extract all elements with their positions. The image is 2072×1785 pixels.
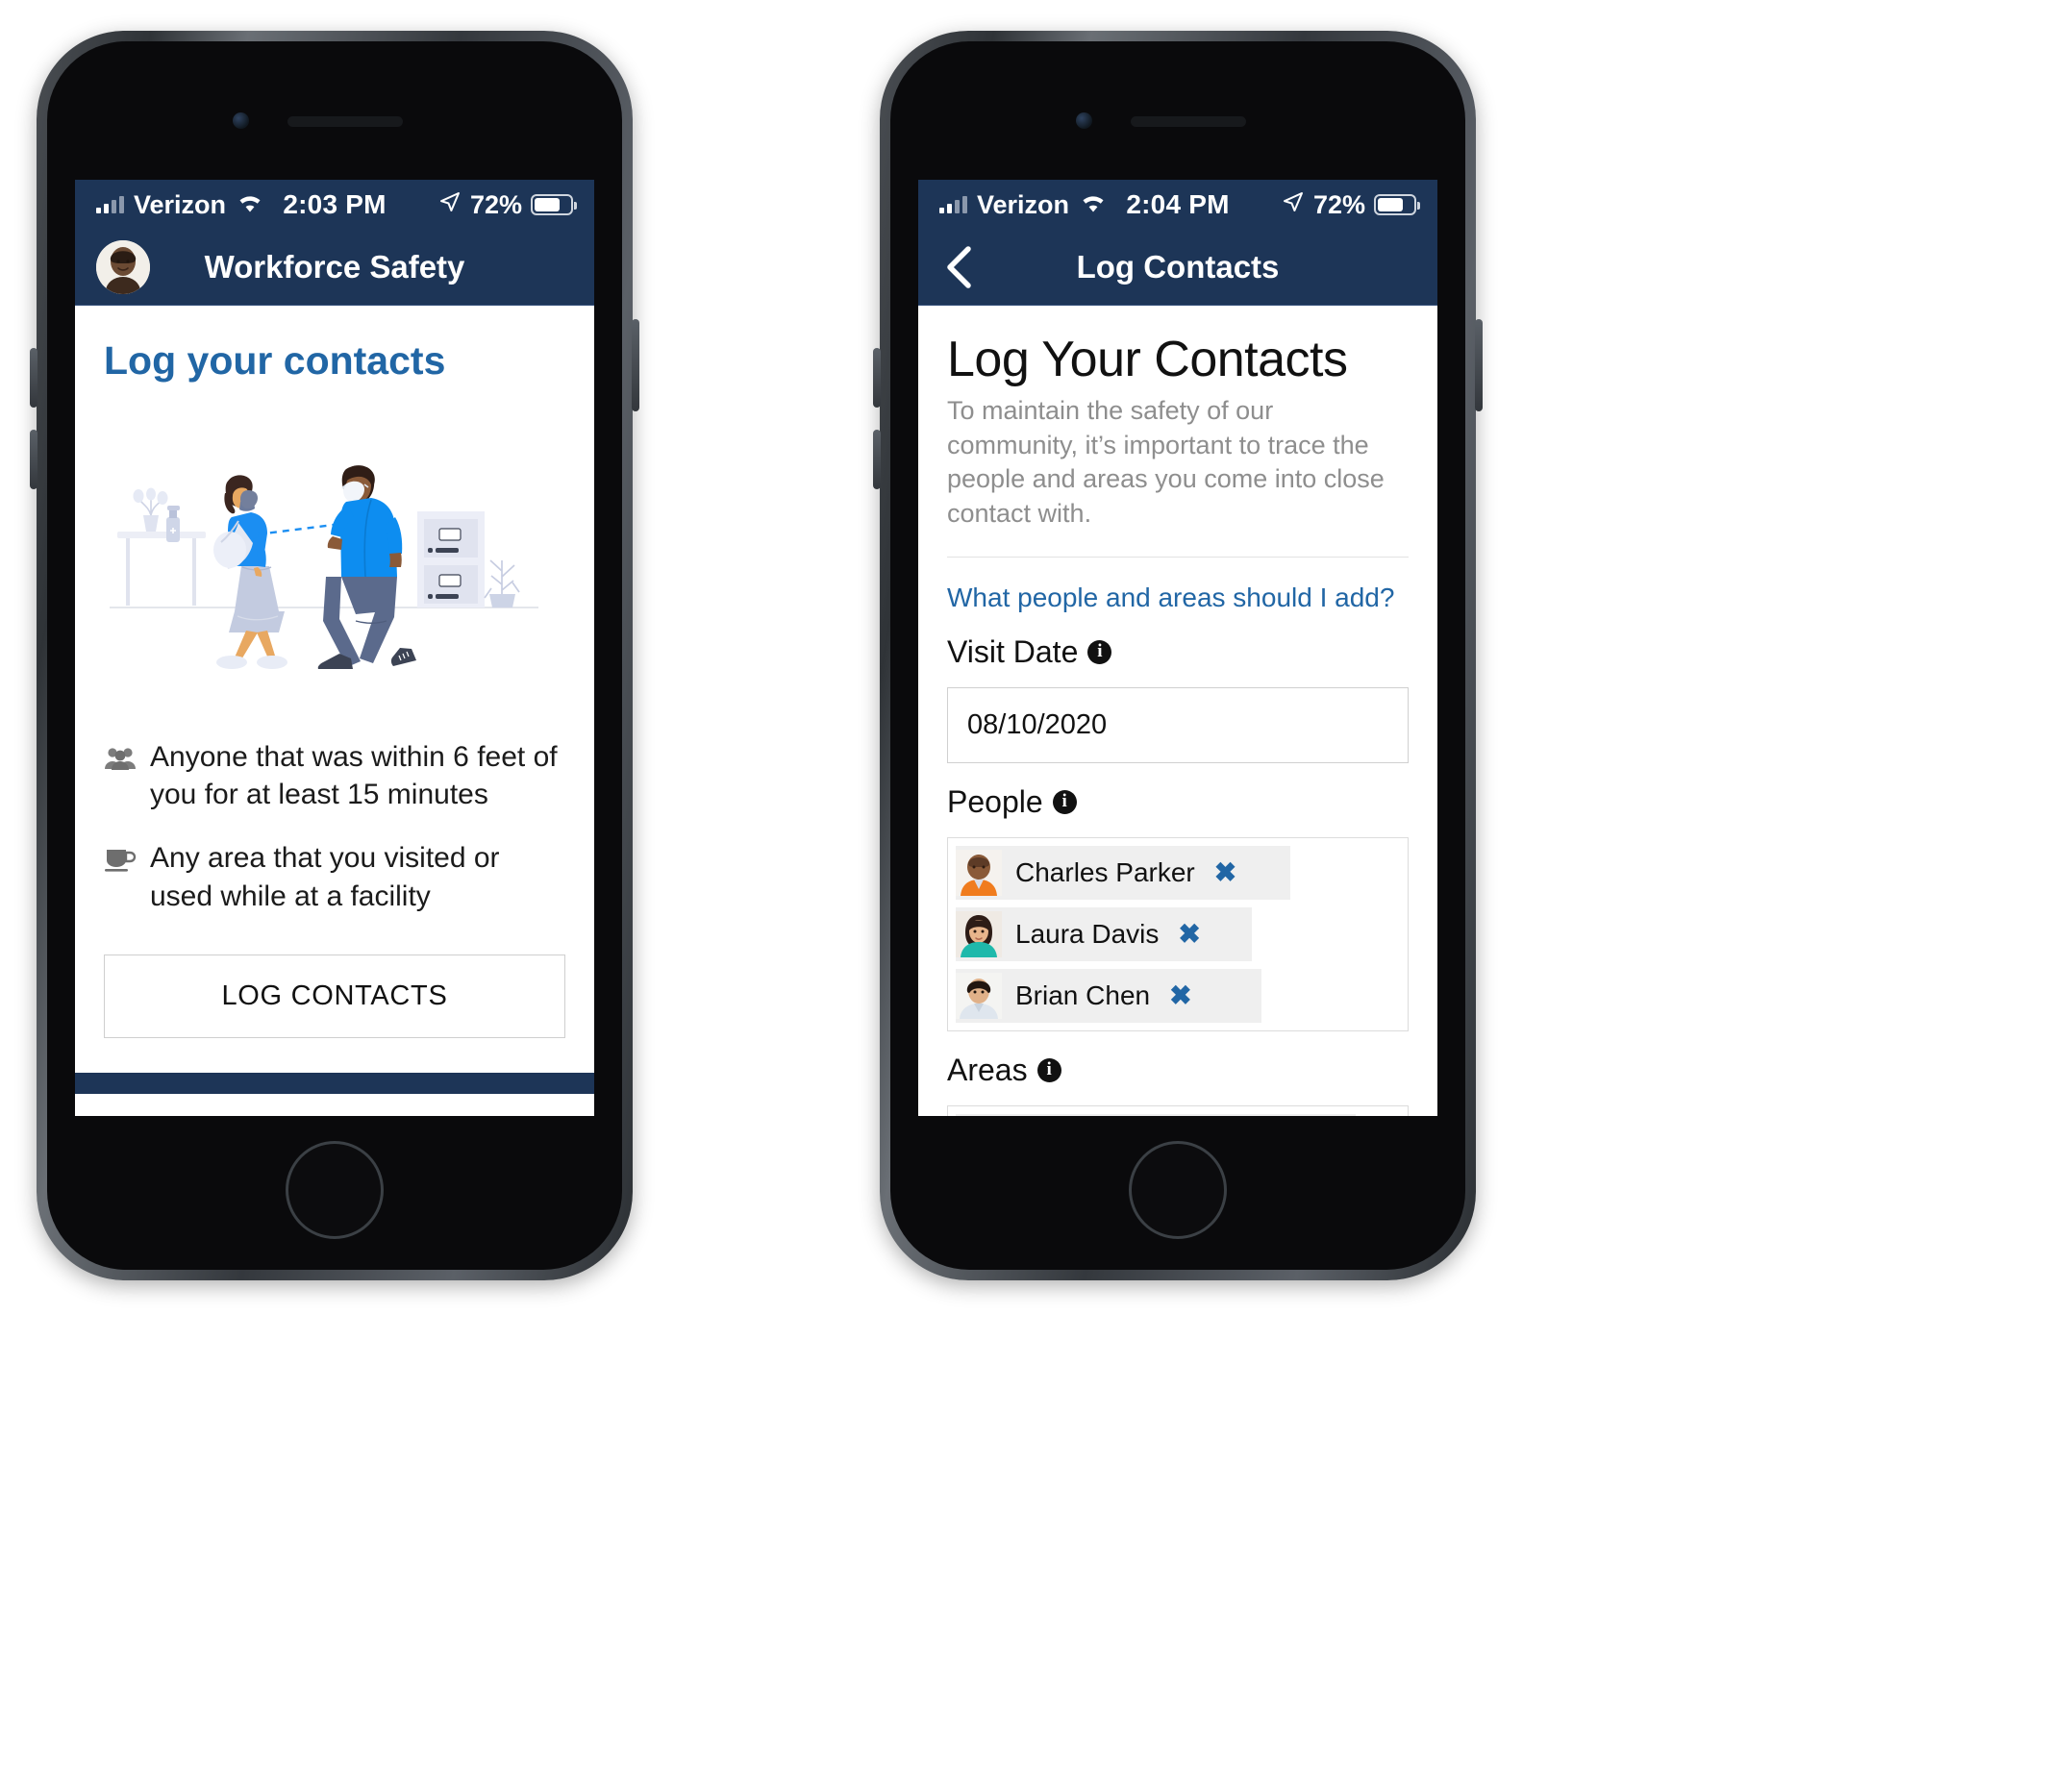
area-chip[interactable]: Denver HQ - Auditorium ✖	[956, 1113, 1356, 1117]
right-phone-earpiece-area	[890, 99, 1465, 147]
volume-down-button-right[interactable]	[873, 430, 881, 489]
right-nav-bar: Log Contacts	[918, 230, 1437, 306]
page-title: Workforce Safety	[204, 249, 465, 285]
earpiece-speaker	[287, 116, 403, 127]
person-chip[interactable]: Brian Chen ✖	[956, 968, 1261, 1023]
volume-up-button-right[interactable]	[873, 348, 881, 408]
power-button-right[interactable]	[1475, 319, 1483, 411]
left-phone-device: Verizon 2:03 PM 72% Workforce Safety Log…	[30, 31, 639, 1280]
visit-date-label: Visit Date	[947, 633, 1079, 669]
left-nav-bar: Workforce Safety	[75, 230, 594, 306]
comparison-screenshot: Verizon 2:03 PM 72% Workforce Safety Log…	[0, 0, 2072, 1785]
areas-label-row: Areas i	[947, 1053, 1409, 1088]
bullet-areas: Any area that you visited or used while …	[104, 839, 565, 916]
power-button[interactable]	[632, 319, 639, 411]
location-arrow-icon	[438, 190, 462, 220]
earpiece-speaker-right	[1131, 116, 1246, 127]
page-title: Log Contacts	[1076, 249, 1280, 285]
areas-chip-container[interactable]: Denver HQ - Auditorium ✖ Denver HQ - Flo…	[947, 1104, 1409, 1117]
log-contacts-form-app: Verizon 2:04 PM 72% Log Contacts Log You…	[918, 180, 1437, 1116]
people-chip-container[interactable]: Charles Parker ✖ Laura Davis ✖ Brian Che…	[947, 836, 1409, 1031]
back-button[interactable]	[943, 245, 976, 289]
areas-label: Areas	[947, 1052, 1028, 1087]
info-icon[interactable]: i	[1052, 789, 1077, 814]
front-camera-icon	[233, 112, 249, 129]
form-subtitle: To maintain the safety of our community,…	[947, 396, 1385, 528]
info-icon[interactable]: i	[1087, 639, 1112, 664]
person-chip[interactable]: Laura Davis ✖	[956, 906, 1252, 961]
person-name: Charles Parker	[1015, 856, 1195, 887]
card-heading: Log your contacts	[104, 338, 446, 383]
people-label-row: People i	[947, 784, 1409, 820]
help-link[interactable]: What people and areas should I add?	[947, 583, 1409, 613]
person-name: Brian Chen	[1015, 979, 1151, 1010]
left-status-bar: Verizon 2:03 PM 72%	[75, 180, 594, 230]
person-avatar	[956, 910, 1002, 957]
info-icon[interactable]: i	[1036, 1057, 1061, 1082]
person-chip[interactable]: Charles Parker ✖	[956, 845, 1290, 900]
left-phone-earpiece-area	[47, 99, 622, 147]
form-title: Log Your Contacts	[947, 332, 1348, 387]
form-divider	[947, 556, 1409, 558]
battery-icon	[1374, 194, 1420, 215]
remove-x-icon[interactable]: ✖	[1214, 856, 1236, 888]
person-avatar	[956, 972, 1002, 1019]
volume-up-button[interactable]	[30, 348, 37, 408]
front-camera-icon-right	[1076, 112, 1092, 129]
status-bar-right: 72%	[438, 190, 594, 220]
status-bar-right-right: 72%	[1282, 190, 1437, 220]
bullet-people: Anyone that was within 6 feet of you for…	[104, 738, 565, 815]
volume-down-button[interactable]	[30, 430, 37, 489]
visit-date-label-row: Visit Date i	[947, 634, 1409, 670]
person-name: Laura Davis	[1015, 918, 1160, 949]
right-phone-body: Verizon 2:04 PM 72% Log Contacts Log You…	[890, 41, 1465, 1270]
remove-x-icon[interactable]: ✖	[1178, 918, 1200, 950]
avatar[interactable]	[96, 240, 150, 294]
left-phone-screen: Verizon 2:03 PM 72% Workforce Safety Log…	[75, 180, 594, 1116]
home-button[interactable]	[1129, 1141, 1227, 1239]
left-phone-body: Verizon 2:03 PM 72% Workforce Safety Log…	[47, 41, 622, 1270]
remove-x-icon[interactable]: ✖	[1169, 979, 1191, 1011]
person-avatar	[956, 849, 1002, 896]
area-name: Denver HQ - Auditorium	[973, 1114, 1259, 1117]
home-button[interactable]	[286, 1141, 384, 1239]
battery-percent-label: 72%	[469, 189, 522, 219]
users-group-icon	[104, 743, 137, 781]
bullet-areas-text: Any area that you visited or used while …	[150, 842, 500, 913]
social-distancing-illustration	[104, 447, 565, 671]
left-screen-scroll[interactable]: Log your contacts Anyone that was within…	[75, 306, 594, 1116]
people-label: People	[947, 783, 1043, 819]
right-phone-screen: Verizon 2:04 PM 72% Log Contacts Log You…	[918, 180, 1437, 1116]
right-status-bar: Verizon 2:04 PM 72%	[918, 180, 1437, 230]
coffee-cup-icon	[104, 844, 137, 882]
log-contacts-card: Log your contacts Anyone that was within…	[75, 306, 594, 1074]
log-contacts-button[interactable]: LOG CONTACTS	[104, 954, 565, 1039]
visit-date-input[interactable]: 08/10/2020	[947, 686, 1409, 763]
location-arrow-icon	[1282, 190, 1305, 220]
battery-percent-label: 72%	[1312, 189, 1365, 219]
bullet-people-text: Anyone that was within 6 feet of you for…	[150, 740, 558, 811]
battery-icon	[531, 194, 577, 215]
workforce-safety-app: Verizon 2:03 PM 72% Workforce Safety Log…	[75, 180, 594, 1116]
community-safety-card: Help keep our community safe Let us know…	[75, 1094, 594, 1116]
right-phone-device: Verizon 2:04 PM 72% Log Contacts Log You…	[873, 31, 1483, 1280]
card-divider	[75, 1073, 594, 1095]
log-contacts-form: Log Your Contacts To maintain the safety…	[918, 306, 1437, 1116]
